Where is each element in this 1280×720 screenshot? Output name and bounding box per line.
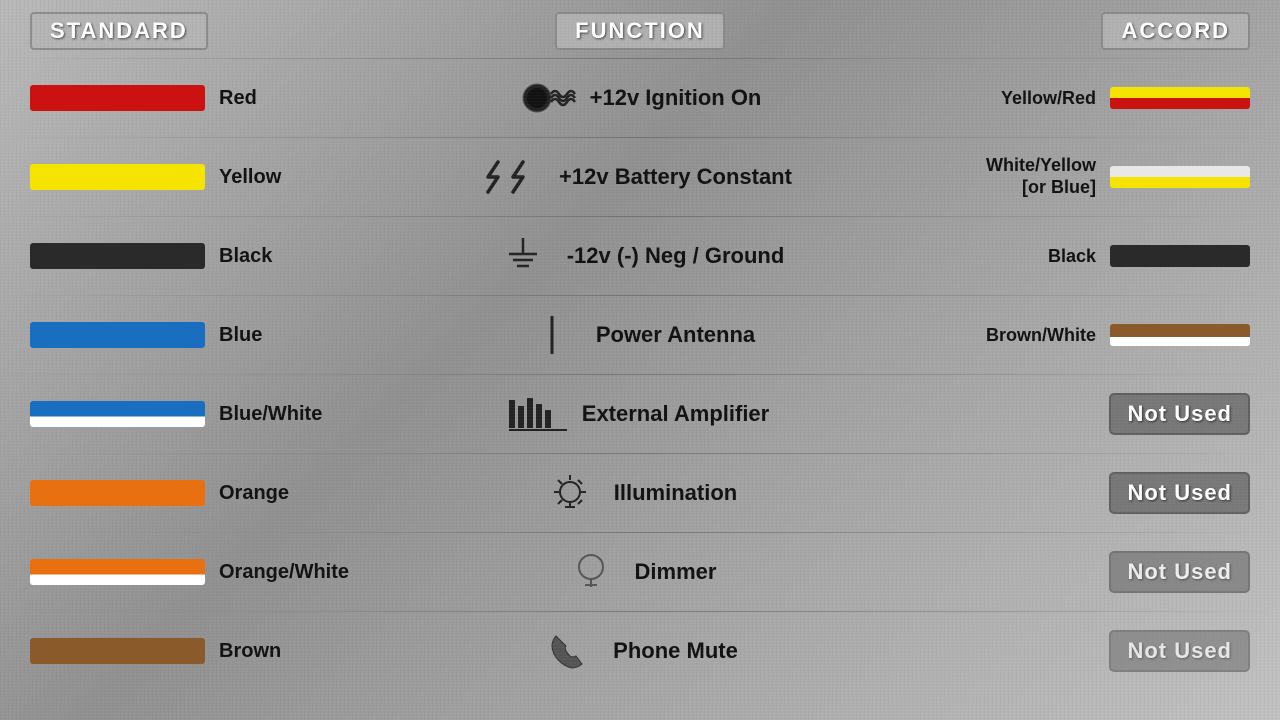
standard-header: STANDARD xyxy=(30,12,208,50)
wire-swatch-yellow xyxy=(30,164,205,190)
function-label-dimmer: Dimmer xyxy=(635,559,717,585)
wire-swatch-yellow-red xyxy=(1110,87,1250,109)
antenna-icon xyxy=(525,314,580,356)
divider-6 xyxy=(0,532,1280,533)
accord-label-battery: White/Yellow[or Blue] xyxy=(986,155,1096,198)
row-phone: Brown Phone Mute Not Used xyxy=(30,612,1250,690)
row-ignition: Red +12v Ignition On Yellow/Red xyxy=(30,59,1250,137)
divider-top xyxy=(0,58,1280,59)
row-ground: Black -12v (-) Neg / Ground Black xyxy=(30,217,1250,295)
wire-swatch-white-yellow xyxy=(1110,166,1250,188)
divider-4 xyxy=(0,374,1280,375)
not-used-badge-illumination: Not Used xyxy=(1109,472,1250,514)
accord-label-antenna: Brown/White xyxy=(986,325,1096,346)
wire-swatch-blue xyxy=(30,322,205,348)
function-label-ground: -12v (-) Neg / Ground xyxy=(567,243,785,269)
accord-label-ignition: Yellow/Red xyxy=(1001,88,1096,109)
wire-swatch-brown xyxy=(30,638,205,664)
wire-swatch-brown-white xyxy=(1110,324,1250,346)
function-header: FUNCTION xyxy=(555,12,725,50)
wire-label-yellow: Yellow xyxy=(219,166,281,189)
row-battery: Yellow +12v Battery Constant White/Yello… xyxy=(30,138,1250,216)
wire-label-blue: Blue xyxy=(219,324,262,347)
wire-swatch-red xyxy=(30,85,205,111)
function-label-ignition: +12v Ignition On xyxy=(590,85,762,111)
ignition-icon xyxy=(519,78,574,118)
wiring-chart: STANDARD FUNCTION ACCORD Red xyxy=(0,0,1280,720)
wire-swatch-black xyxy=(30,243,205,269)
not-used-badge-phone: Not Used xyxy=(1109,630,1250,672)
wire-label-black: Black xyxy=(219,245,272,268)
wire-label-brown: Brown xyxy=(219,640,281,663)
row-illumination: Orange Illumination xyxy=(30,454,1250,532)
not-used-badge-dimmer: Not Used xyxy=(1109,551,1250,593)
wire-label-orange-white: Orange/White xyxy=(219,561,349,584)
function-label-phone: Phone Mute xyxy=(613,638,738,664)
divider-2 xyxy=(0,216,1280,217)
divider-1 xyxy=(0,137,1280,138)
function-label-amplifier: External Amplifier xyxy=(582,401,769,427)
battery-icon xyxy=(488,157,543,197)
accord-header: ACCORD xyxy=(1101,12,1250,50)
dimmer-icon xyxy=(564,549,619,595)
header-row: STANDARD FUNCTION ACCORD xyxy=(30,0,1250,58)
row-dimmer: Orange/White Dimmer Not Used xyxy=(30,533,1250,611)
divider-3 xyxy=(0,295,1280,296)
phone-icon xyxy=(542,630,597,672)
wire-swatch-orange-white xyxy=(30,559,205,585)
row-amplifier: Blue/White External Amplifier Not Used xyxy=(30,375,1250,453)
function-label-antenna: Power Antenna xyxy=(596,322,755,348)
divider-5 xyxy=(0,453,1280,454)
wire-label-red: Red xyxy=(219,87,257,110)
wire-swatch-orange xyxy=(30,480,205,506)
wire-label-orange: Orange xyxy=(219,482,289,505)
function-label-illumination: Illumination xyxy=(614,480,737,506)
amplifier-icon xyxy=(511,396,566,432)
ground-icon xyxy=(496,236,551,276)
illumination-icon xyxy=(543,470,598,516)
function-label-battery: +12v Battery Constant xyxy=(559,164,792,190)
divider-7 xyxy=(0,611,1280,612)
not-used-badge-amplifier: Not Used xyxy=(1109,393,1250,435)
accord-label-ground: Black xyxy=(1048,246,1096,267)
wire-swatch-black-acc xyxy=(1110,245,1250,267)
row-antenna: Blue Power Antenna Brown/White xyxy=(30,296,1250,374)
wire-label-blue-white: Blue/White xyxy=(219,403,322,426)
wire-swatch-blue-white xyxy=(30,401,205,427)
